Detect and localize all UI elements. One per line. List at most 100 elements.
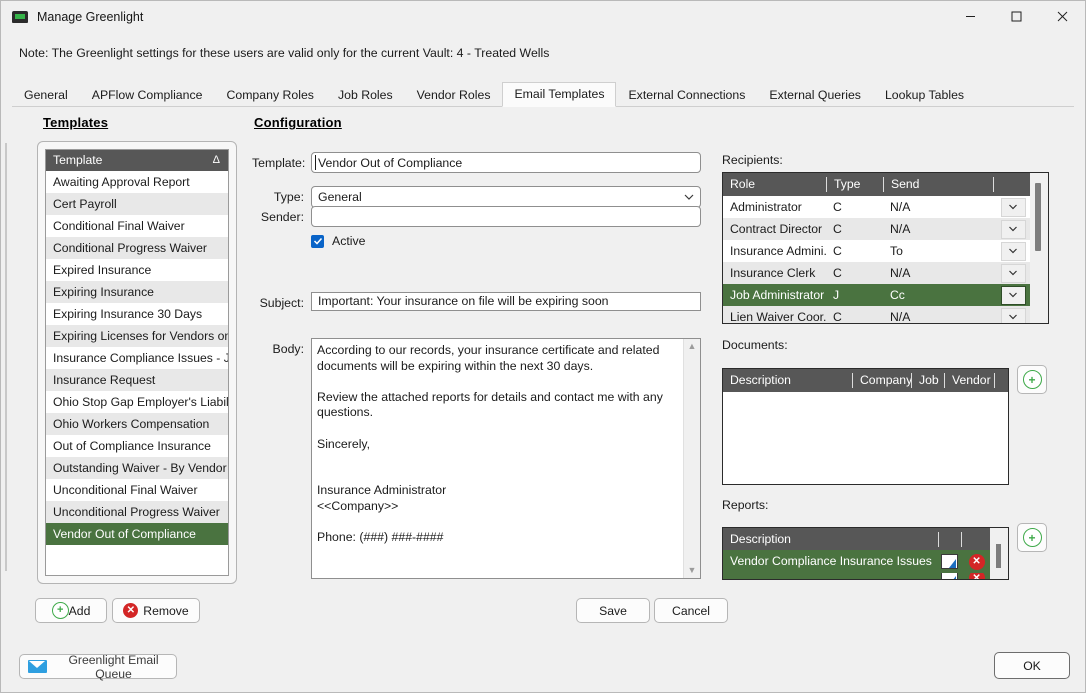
template-list-item[interactable]: Out of Compliance Insurance: [46, 435, 228, 457]
template-list-item[interactable]: Expiring Insurance: [46, 281, 228, 303]
ok-button[interactable]: OK: [994, 652, 1070, 679]
chevron-down-icon[interactable]: [1000, 307, 1026, 323]
recipient-role: Insurance Admini...: [730, 244, 826, 258]
delete-circle-icon[interactable]: ✕: [968, 573, 985, 579]
close-icon[interactable]: [1039, 1, 1085, 32]
documents-column-job[interactable]: Job: [911, 373, 944, 388]
recipient-row[interactable]: Lien Waiver Coor... C N/A: [723, 306, 1030, 323]
chevron-down-icon[interactable]: [1000, 219, 1026, 239]
chevron-down-icon[interactable]: [1000, 241, 1026, 261]
configuration-heading: Configuration: [254, 115, 342, 130]
recipient-row[interactable]: Job Administrator J Cc: [723, 284, 1030, 306]
recipient-row[interactable]: Contract Director C N/A: [723, 218, 1030, 240]
body-scrollbar[interactable]: ▲ ▼: [683, 339, 700, 578]
chevron-down-icon[interactable]: [1000, 285, 1026, 305]
edit-icon[interactable]: [941, 554, 959, 569]
reports-column-description[interactable]: Description: [723, 532, 938, 547]
template-list-item[interactable]: Unconditional Progress Waiver: [46, 501, 228, 523]
save-button[interactable]: Save: [576, 598, 650, 623]
report-row[interactable]: Vendor Compliance Insurance Issues ✕: [723, 550, 990, 573]
templates-grid-header[interactable]: Template Δ: [46, 150, 228, 171]
tab-lookup-tables[interactable]: Lookup Tables: [873, 83, 976, 107]
recipient-row[interactable]: Insurance Clerk C N/A: [723, 262, 1030, 284]
template-list-item[interactable]: Insurance Request: [46, 369, 228, 391]
subject-input[interactable]: [311, 292, 701, 311]
tab-vendor-roles[interactable]: Vendor Roles: [405, 83, 503, 107]
recipients-grid[interactable]: Role Type Send Administrator C N/A Contract…: [722, 172, 1049, 324]
template-list-item[interactable]: Cert Payroll: [46, 193, 228, 215]
recipient-row[interactable]: Insurance Admini... C To: [723, 240, 1030, 262]
mail-icon: [28, 660, 47, 673]
template-list-item[interactable]: Ohio Stop Gap Employer's Liability: [46, 391, 228, 413]
documents-column-vendor[interactable]: Vendor: [944, 373, 994, 388]
template-list-item[interactable]: Expiring Insurance 30 Days: [46, 303, 228, 325]
template-list-item[interactable]: Awaiting Approval Report: [46, 171, 228, 193]
recipients-header: Role Type Send: [723, 173, 1030, 196]
reports-scrollbar[interactable]: [990, 528, 1008, 579]
tab-apflow-compliance[interactable]: APFlow Compliance: [80, 83, 215, 107]
templates-list[interactable]: Template Δ Awaiting Approval Report Cert …: [45, 149, 229, 576]
template-list-item[interactable]: Ohio Workers Compensation: [46, 413, 228, 435]
template-list-item[interactable]: Insurance Compliance Issues - Job: [46, 347, 228, 369]
plus-circle-icon: +: [1022, 528, 1042, 547]
sender-input[interactable]: [311, 206, 701, 227]
recipients-scrollbar[interactable]: [1030, 173, 1048, 323]
recipient-send: N/A: [890, 266, 911, 280]
recipient-type: C: [833, 222, 842, 236]
active-checkbox-row[interactable]: Active: [311, 234, 366, 248]
add-template-button[interactable]: + Add: [35, 598, 107, 623]
recipients-column-type[interactable]: Type: [826, 177, 883, 192]
reports-column-delete: [961, 531, 989, 547]
template-list-item[interactable]: Conditional Progress Waiver: [46, 237, 228, 259]
chevron-down-icon[interactable]: [1000, 263, 1026, 283]
template-list-item[interactable]: Unconditional Final Waiver: [46, 479, 228, 501]
report-edit-cell: [936, 573, 963, 579]
add-button-label: Add: [68, 603, 91, 618]
tab-company-roles[interactable]: Company Roles: [214, 83, 325, 107]
greenlight-email-queue-button[interactable]: Greenlight Email Queue: [19, 653, 177, 681]
reports-grid[interactable]: Description Vendor Compliance Insurance …: [722, 527, 1009, 580]
title-bar: Manage Greenlight: [1, 1, 1085, 32]
tab-external-queries[interactable]: External Queries: [757, 83, 873, 107]
sender-field-label: Sender:: [260, 210, 304, 224]
scrollbar-thumb[interactable]: [996, 544, 1001, 568]
minimize-icon[interactable]: [947, 1, 993, 32]
template-list-item[interactable]: Expiring Licenses for Vendors on th...: [46, 325, 228, 347]
template-list-item[interactable]: Expired Insurance: [46, 259, 228, 281]
documents-column-description[interactable]: Description: [723, 373, 852, 388]
active-checkbox[interactable]: [311, 234, 324, 248]
body-text[interactable]: According to our records, your insurance…: [312, 339, 683, 578]
recipient-send: N/A: [890, 310, 911, 323]
template-list-item[interactable]: Outstanding Waiver - By Vendor By...: [46, 457, 228, 479]
recipients-column-role[interactable]: Role: [723, 177, 826, 192]
cancel-button[interactable]: Cancel: [654, 598, 728, 623]
add-document-button[interactable]: +: [1017, 365, 1047, 394]
tab-general[interactable]: General: [12, 83, 80, 107]
documents-grid[interactable]: Description Company Job Vendor: [722, 368, 1009, 485]
sort-ascending-icon[interactable]: Δ: [213, 153, 220, 168]
report-delete-cell: ✕: [963, 573, 990, 579]
recipient-row[interactable]: Administrator C N/A: [723, 196, 1030, 218]
scroll-down-icon[interactable]: ▼: [688, 563, 697, 578]
template-list-item[interactable]: Conditional Final Waiver: [46, 215, 228, 237]
recipients-column-send[interactable]: Send: [883, 177, 993, 192]
delete-circle-icon: ✕: [123, 603, 139, 618]
edit-icon[interactable]: [941, 573, 959, 579]
body-editor[interactable]: According to our records, your insurance…: [311, 338, 701, 579]
scrollbar-thumb[interactable]: [1035, 183, 1041, 251]
delete-circle-icon[interactable]: ✕: [968, 553, 985, 570]
chevron-down-icon[interactable]: [1000, 197, 1026, 217]
maximize-icon[interactable]: [993, 1, 1039, 32]
documents-column-company[interactable]: Company: [852, 373, 911, 388]
add-report-button[interactable]: +: [1017, 523, 1047, 552]
template-name-input[interactable]: [311, 152, 701, 173]
template-list-item[interactable]: Vendor Out of Compliance: [46, 523, 228, 545]
tab-job-roles[interactable]: Job Roles: [326, 83, 405, 107]
type-select[interactable]: [311, 186, 701, 208]
remove-template-button[interactable]: ✕ Remove: [112, 598, 200, 623]
greenlight-lamp-icon: [12, 9, 28, 25]
tab-email-templates[interactable]: Email Templates: [502, 82, 617, 107]
tab-external-connections[interactable]: External Connections: [616, 83, 757, 107]
scroll-up-icon[interactable]: ▲: [688, 339, 697, 354]
report-row-partial[interactable]: ✕: [723, 573, 990, 579]
